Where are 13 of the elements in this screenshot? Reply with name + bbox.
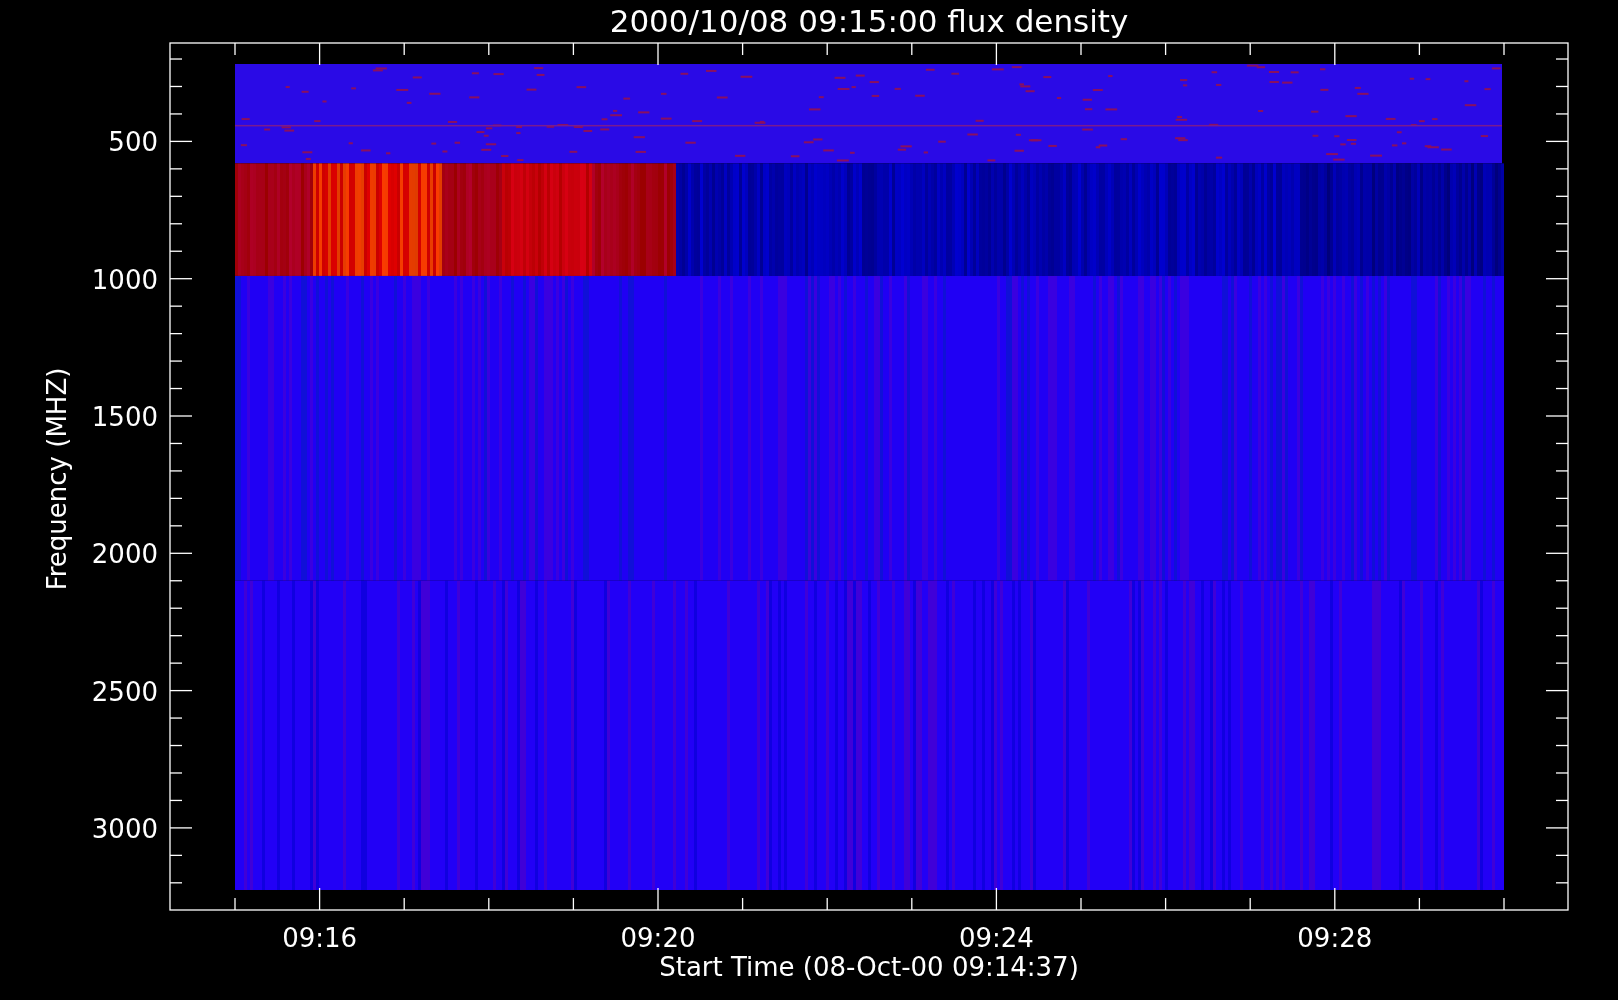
y-axis-label: Frequency (MHZ) — [42, 367, 72, 591]
plot-title: 2000/10/08 09:15:00 flux density — [609, 3, 1129, 39]
y-tick-label: 2500 — [91, 676, 158, 707]
x-axis-label: Start Time (08-Oct-00 09:14:37) — [659, 952, 1079, 982]
y-tick-label: 2000 — [91, 539, 158, 570]
y-tick-label: 3000 — [91, 813, 158, 844]
x-tick-label: 09:16 — [282, 923, 358, 953]
x-tick-label: 09:20 — [620, 923, 696, 953]
x-tick-label: 09:28 — [1297, 923, 1373, 953]
x-tick-label: 09:24 — [958, 923, 1034, 953]
y-tick-label: 1000 — [91, 264, 158, 295]
y-tick-label: 1500 — [91, 402, 158, 432]
y-tick-label: 500 — [108, 127, 158, 158]
